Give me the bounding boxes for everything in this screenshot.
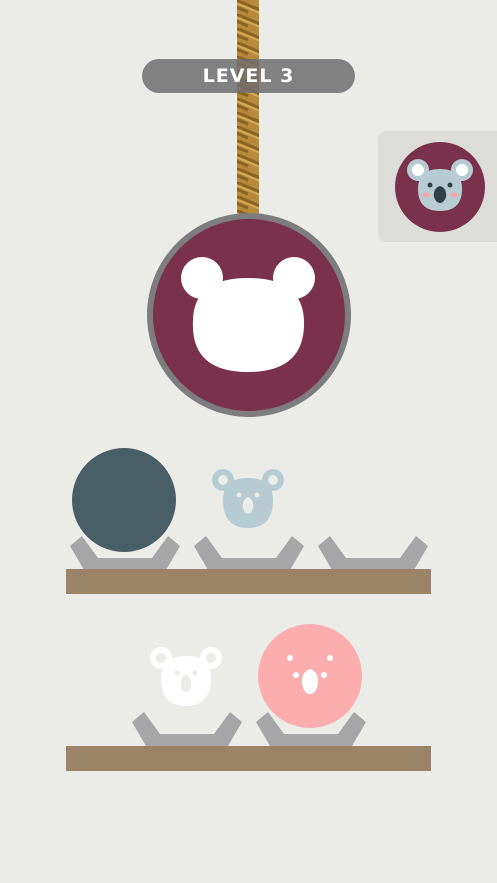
level-indicator: LEVEL 3 [142, 59, 355, 93]
white-koala[interactable] [148, 644, 224, 708]
shelf-bottom [66, 746, 431, 771]
hanging-disc[interactable] [146, 212, 352, 418]
target-preview-card [378, 131, 497, 242]
level-label: LEVEL 3 [202, 65, 295, 87]
koala-face-icon [212, 469, 284, 528]
shelf-top [66, 569, 431, 594]
holder-top-3-empty[interactable] [318, 536, 428, 572]
target-koala-disc [395, 142, 485, 232]
rope [237, 0, 259, 215]
holder-bottom-1 [132, 712, 242, 746]
koala-face-icon [150, 647, 222, 706]
holder-top-2 [194, 536, 304, 570]
light-blue-koala[interactable] [211, 466, 285, 530]
pink-koala-ball[interactable] [258, 624, 362, 728]
slate-ball[interactable] [72, 448, 176, 552]
